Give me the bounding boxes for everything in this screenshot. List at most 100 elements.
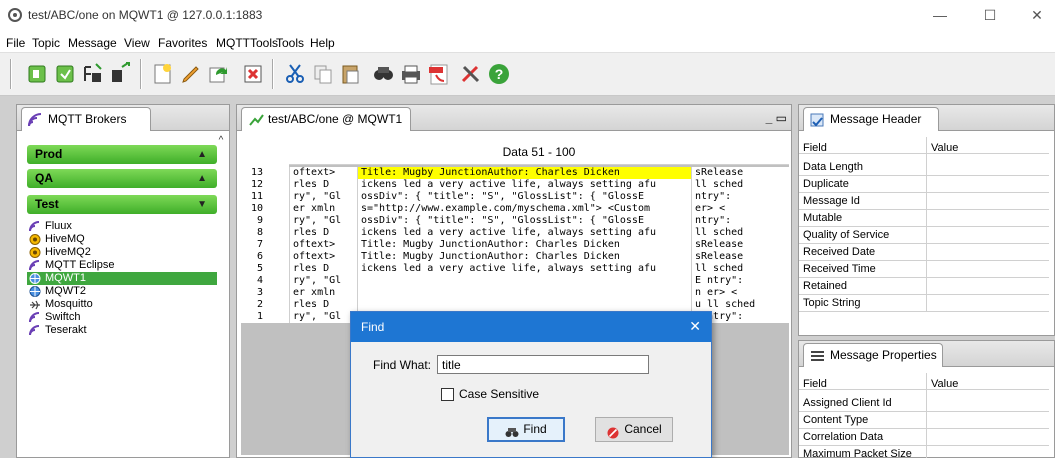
tab-topic[interactable]: test/ABC/one @ MQWT1 ✕ (241, 107, 411, 148)
table-row[interactable]: Topic String (799, 295, 1049, 312)
broker-item-hivemq[interactable]: HiveMQ (27, 233, 217, 246)
collapse-arrow-icon[interactable]: ▲ (197, 145, 207, 164)
table-cell[interactable]: ossDiv": { "title": "S", "GlossList": { … (357, 215, 691, 227)
cancel-button[interactable]: Cancel (595, 417, 673, 442)
table-row[interactable]: Retained (799, 278, 1049, 295)
table-cell[interactable]: n er> < (691, 287, 789, 299)
table-row[interactable]: Received Time (799, 261, 1049, 278)
table-row[interactable]: Content Type (799, 412, 1049, 429)
table-cell[interactable]: oftext> (289, 251, 357, 263)
broker-item-mqwt1[interactable]: MQWT1 (27, 272, 217, 285)
edit-icon[interactable] (178, 61, 204, 87)
close-window-button[interactable]: ✕ (1022, 4, 1052, 26)
table-cell[interactable]: ossDiv": { "title": "S", "GlossList": { … (357, 191, 691, 203)
menu-view[interactable]: View (124, 36, 150, 50)
pdf-icon[interactable] (426, 61, 452, 87)
table-cell[interactable]: Title: Mugby JunctionAuthor: Charles Dic… (357, 239, 691, 251)
table-row[interactable]: Quality of Service (799, 227, 1049, 244)
subscribe-icon[interactable] (80, 61, 106, 87)
table-cell[interactable]: oftext> (289, 239, 357, 251)
copy-icon[interactable] (310, 61, 336, 87)
table-cell[interactable]: ry", "Gl (289, 191, 357, 203)
table-cell[interactable]: Title: Mugby JunctionAuthor: Charles Dic… (357, 167, 691, 179)
table-cell[interactable]: rles D (289, 179, 357, 191)
table-cell[interactable]: er xmln (289, 287, 357, 299)
tab-message-properties[interactable]: Message Properties (803, 343, 943, 367)
broker-item-mqwt2[interactable]: MQWT2 (27, 285, 217, 298)
connect-icon[interactable] (24, 61, 50, 87)
table-cell[interactable]: ll sched (691, 227, 789, 239)
group-prod[interactable]: Prod ▲ (27, 145, 217, 164)
table-cell[interactable]: Title: Mugby JunctionAuthor: Charles Dic… (357, 251, 691, 263)
table-cell[interactable]: rles D (289, 299, 357, 311)
refresh-icon[interactable] (206, 61, 232, 87)
menu-tools[interactable]: Tools (276, 36, 304, 50)
table-cell[interactable] (357, 287, 691, 299)
table-cell[interactable]: ntry": (691, 215, 789, 227)
tools-icon[interactable] (458, 61, 484, 87)
tab-mqtt-brokers[interactable]: MQTT Brokers (21, 107, 151, 131)
table-cell[interactable]: ntry": (691, 191, 789, 203)
menu-file[interactable]: File (6, 36, 25, 50)
table-row[interactable]: Maximum Packet Size (799, 446, 1049, 458)
table-cell[interactable]: sRelease (691, 239, 789, 251)
group-qa[interactable]: QA ▲ (27, 169, 217, 188)
menu-help[interactable]: Help (310, 36, 335, 50)
close-icon[interactable]: ✕ (689, 318, 701, 335)
broker-item-mqtt-eclipse[interactable]: MQTT Eclipse (27, 259, 217, 272)
table-cell[interactable]: er xmln (289, 203, 357, 215)
table-row[interactable]: Correlation Data (799, 429, 1049, 446)
table-cell[interactable]: er> < (691, 203, 789, 215)
group-test[interactable]: Test ▼ (27, 195, 217, 214)
table-cell[interactable]: rles D (289, 227, 357, 239)
table-row[interactable]: Mutable (799, 210, 1049, 227)
table-cell[interactable]: oftext> (289, 167, 357, 179)
broker-item-teserakt[interactable]: Teserakt (27, 324, 217, 337)
case-sensitive-checkbox[interactable] (441, 388, 454, 401)
maximize-button[interactable]: ☐ (975, 4, 1005, 26)
menu-favorites[interactable]: Favorites (158, 36, 207, 50)
paste-icon[interactable] (338, 61, 364, 87)
table-cell[interactable]: sRelease (691, 251, 789, 263)
table-row[interactable]: Duplicate (799, 176, 1049, 193)
table-cell[interactable]: rles D (289, 263, 357, 275)
broker-item-swiftch[interactable]: Swiftch (27, 311, 217, 324)
table-cell[interactable]: E ntry": (691, 275, 789, 287)
find-what-input[interactable] (437, 355, 649, 374)
table-row[interactable]: Message Id (799, 193, 1049, 210)
table-row[interactable]: Assigned Client Id (799, 395, 1049, 412)
cut-icon[interactable] (282, 61, 308, 87)
collapse-arrow-icon[interactable]: ▲ (197, 169, 207, 188)
broker-item-hivemq2[interactable]: HiveMQ2 (27, 246, 217, 259)
broker-item-fluux[interactable]: Fluux (27, 220, 217, 233)
table-cell[interactable]: s="http://www.example.com/myschema.xml">… (357, 203, 691, 215)
table-cell[interactable]: ll sched (691, 263, 789, 275)
find-button[interactable]: Find (487, 417, 565, 442)
unsubscribe-icon[interactable] (108, 61, 134, 87)
help-icon[interactable]: ? (486, 61, 512, 87)
table-cell[interactable]: ickens led a very active life, always se… (357, 227, 691, 239)
table-cell[interactable] (357, 299, 691, 311)
table-cell[interactable]: ry", "Gl (289, 215, 357, 227)
table-cell[interactable]: ll sched (691, 179, 789, 191)
find-dialog-titlebar[interactable]: Find ✕ (351, 312, 711, 342)
menu-message[interactable]: Message (68, 36, 117, 50)
table-row[interactable]: Received Date (799, 244, 1049, 261)
find-icon[interactable] (370, 61, 396, 87)
delete-icon[interactable] (240, 61, 266, 87)
table-cell[interactable]: u ll sched (691, 299, 789, 311)
tab-message-header[interactable]: Message Header (803, 107, 939, 131)
minimize-button[interactable]: — (925, 4, 955, 26)
menu-topic[interactable]: Topic (32, 36, 60, 50)
print-icon[interactable] (398, 61, 424, 87)
new-message-icon[interactable] (150, 61, 176, 87)
table-cell[interactable]: ry", "Gl (289, 311, 357, 323)
menu-mqtttools[interactable]: MQTTTools (216, 36, 278, 50)
table-cell[interactable] (357, 275, 691, 287)
table-cell[interactable]: ickens led a very active life, always se… (357, 179, 691, 191)
table-row[interactable]: Data Length (799, 159, 1049, 176)
broker-item-mosquitto[interactable]: Mosquitto (27, 298, 217, 311)
table-cell[interactable]: sRelease (691, 167, 789, 179)
table-cell[interactable]: ry", "Gl (289, 275, 357, 287)
panel-window-controls[interactable]: _ ▭ (766, 111, 787, 125)
